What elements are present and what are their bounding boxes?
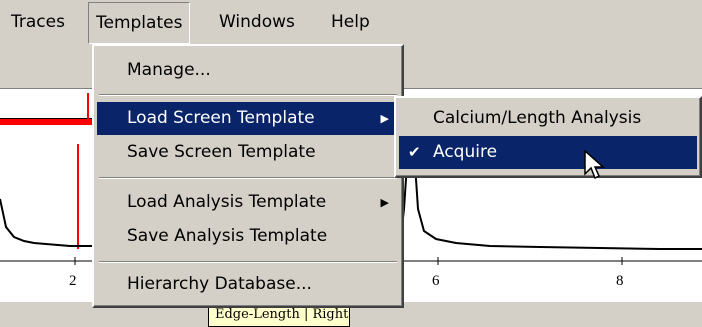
load-screen-template-submenu: Calcium/Length Analysis ✔ Acquire: [394, 96, 702, 178]
submenu-arrow-icon: ▶: [380, 196, 389, 209]
x-tick-label: 6: [432, 273, 440, 289]
menu-templates[interactable]: Templates: [88, 2, 191, 44]
menu-item-label: Hierarchy Database...: [127, 274, 312, 294]
menu-separator: [99, 94, 397, 96]
templates-menu: Manage... Load Screen Template ▶ Save Scr…: [92, 44, 404, 308]
menu-separator: [99, 261, 397, 263]
menu-separator: [99, 177, 397, 179]
cursor-pointer-icon: [584, 150, 605, 180]
check-icon: ✔: [408, 143, 421, 161]
menu-windows[interactable]: Windows: [212, 0, 302, 44]
menu-item-label: Load Screen Template: [127, 108, 315, 128]
menu-item-load-analysis-template[interactable]: Load Analysis Template ▶: [97, 186, 399, 219]
submenu-item-label: Acquire: [433, 142, 498, 162]
submenu-item-label: Calcium/Length Analysis: [433, 108, 642, 128]
submenu-item-acquire[interactable]: ✔ Acquire: [399, 136, 697, 169]
menu-item-label: Manage...: [127, 60, 211, 80]
menu-bar: Traces Templates Windows Help: [0, 0, 702, 44]
menu-item-hierarchy-database[interactable]: Hierarchy Database...: [97, 268, 399, 301]
submenu-item-calcium-length-analysis[interactable]: Calcium/Length Analysis: [399, 102, 697, 135]
x-tick-label: 2: [69, 273, 77, 289]
x-tick-label: 8: [616, 273, 624, 289]
menu-item-save-analysis-template[interactable]: Save Analysis Template: [97, 220, 399, 253]
menu-item-label: Save Analysis Template: [127, 226, 328, 246]
menu-item-manage[interactable]: Manage...: [97, 54, 399, 87]
menu-item-label: Load Analysis Template: [127, 192, 327, 212]
menu-help[interactable]: Help: [324, 0, 377, 44]
menu-traces[interactable]: Traces: [4, 0, 72, 44]
menu-item-label: Save Screen Template: [127, 142, 316, 162]
menu-item-load-screen-template[interactable]: Load Screen Template ▶: [97, 102, 399, 135]
menu-item-save-screen-template[interactable]: Save Screen Template: [97, 136, 399, 169]
submenu-arrow-icon: ▶: [380, 112, 389, 125]
